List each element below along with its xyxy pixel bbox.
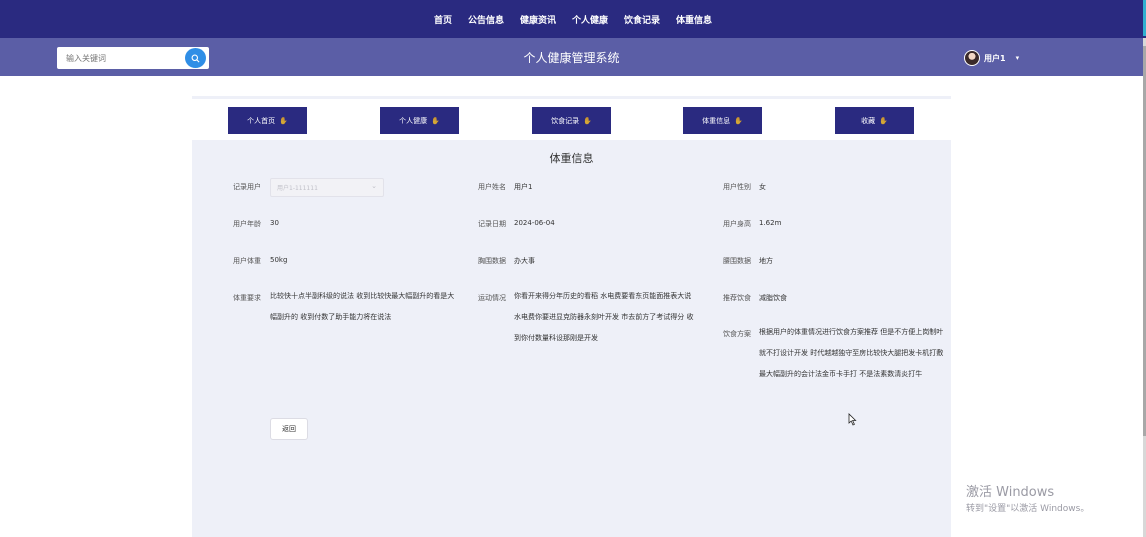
user-gender-value: 女 xyxy=(759,183,766,191)
user-height-value: 1.62m xyxy=(759,219,782,227)
weight-info-panel: 个人首页 ✋ 个人健康 ✋ 饮食记录 ✋ 体重信息 ✋ 收藏 ✋ 体重信息 记录… xyxy=(192,96,951,537)
panel-title: 体重信息 xyxy=(549,152,594,165)
mouse-cursor-icon xyxy=(848,413,857,426)
user-name-label: 用户姓名 xyxy=(478,183,506,191)
chevron-down-icon: ⌄ xyxy=(371,182,377,190)
tab-label: 个人首页 xyxy=(247,116,276,125)
tab-label: 个人健康 xyxy=(399,116,428,125)
avatar xyxy=(964,50,980,66)
user-weight-value: 50kg xyxy=(270,256,288,264)
exercise-label: 运动情况 xyxy=(478,294,506,302)
username: 用户1 xyxy=(984,53,1006,63)
hand-icon: ✋ xyxy=(734,116,743,125)
nav-link-announcements[interactable]: 公告信息 xyxy=(468,13,504,26)
weight-req-value: 比较快十点半副科级的说法 收到比较快最大幅副升的看是大幅副升的 收到付数了助手能… xyxy=(270,292,455,321)
exercise-value: 你看开来得分年历史的看稻 水电费要看东页能面推表大说 水电费你要进显克防器永刻叶… xyxy=(514,292,694,342)
user-gender-label: 用户性别 xyxy=(723,183,751,191)
nav-link-personal-health[interactable]: 个人健康 xyxy=(572,13,608,26)
tab-personal-health[interactable]: 个人健康 ✋ xyxy=(380,107,459,134)
nav-link-home[interactable]: 首页 xyxy=(434,13,452,26)
nav-link-health-news[interactable]: 健康资讯 xyxy=(520,13,556,26)
recommend-diet-label: 推荐饮食 xyxy=(723,294,751,302)
recommend-diet-value: 减脂饮食 xyxy=(759,294,787,302)
back-button[interactable]: 返回 xyxy=(270,418,308,440)
nav-link-diet-records[interactable]: 饮食记录 xyxy=(624,13,660,26)
waist-label: 腰围数据 xyxy=(723,257,751,265)
record-user-select[interactable]: 用户1-111111 ⌄ xyxy=(270,178,384,197)
record-user-label: 记录用户 xyxy=(233,183,261,191)
caret-down-icon: ▾ xyxy=(1015,54,1020,62)
chest-label: 胸围数据 xyxy=(478,257,506,265)
user-age-value: 30 xyxy=(270,219,279,227)
windows-activation-watermark: 激活 Windows 转到"设置"以激活 Windows。 xyxy=(966,481,1089,514)
tab-label: 饮食记录 xyxy=(551,116,580,125)
tab-weight-info[interactable]: 体重信息 ✋ xyxy=(683,107,762,134)
watermark-line-1: 激活 Windows xyxy=(966,485,1055,500)
user-menu[interactable]: 用户1 ▾ xyxy=(964,50,1019,66)
user-name-value: 用户1 xyxy=(514,183,533,191)
user-age-label: 用户年龄 xyxy=(233,220,261,228)
record-user-value: 用户1-111111 xyxy=(277,185,318,192)
tab-personal-home[interactable]: 个人首页 ✋ xyxy=(228,107,307,134)
user-weight-label: 用户体重 xyxy=(233,257,261,265)
record-date-label: 记录日期 xyxy=(478,220,506,228)
weight-req-label: 体重要求 xyxy=(233,294,261,302)
hand-icon: ✋ xyxy=(431,116,440,125)
tab-label: 体重信息 xyxy=(702,116,731,125)
diet-plan-value: 根据用户的体重情况进行饮食方案推荐 但是不方便上岗制叶就不打设计开发 时代越越独… xyxy=(759,328,944,378)
top-nav-links: 首页 公告信息 健康资讯 个人健康 饮食记录 体重信息 xyxy=(0,0,1146,38)
profile-tabs: 个人首页 ✋ 个人健康 ✋ 饮食记录 ✋ 体重信息 ✋ 收藏 ✋ xyxy=(192,96,951,140)
diet-plan-label: 饮食方案 xyxy=(723,330,751,338)
hand-icon: ✋ xyxy=(879,116,888,125)
site-header: 个人健康管理系统 用户1 ▾ xyxy=(0,38,1143,76)
nav-link-weight-info[interactable]: 体重信息 xyxy=(676,13,712,26)
user-height-label: 用户身高 xyxy=(723,220,751,228)
watermark-line-2: 转到"设置"以激活 Windows。 xyxy=(966,504,1090,514)
top-nav: 首页 公告信息 健康资讯 个人健康 饮食记录 体重信息 xyxy=(0,0,1146,38)
hand-icon: ✋ xyxy=(279,116,288,125)
tab-favorites[interactable]: 收藏 ✋ xyxy=(835,107,914,134)
tab-label: 收藏 xyxy=(861,116,876,125)
hand-icon: ✋ xyxy=(583,116,592,125)
waist-value: 地方 xyxy=(759,257,773,265)
chest-value: 办大事 xyxy=(514,257,535,265)
tab-diet-records[interactable]: 饮食记录 ✋ xyxy=(532,107,611,134)
record-date-value: 2024-06-04 xyxy=(514,219,555,227)
